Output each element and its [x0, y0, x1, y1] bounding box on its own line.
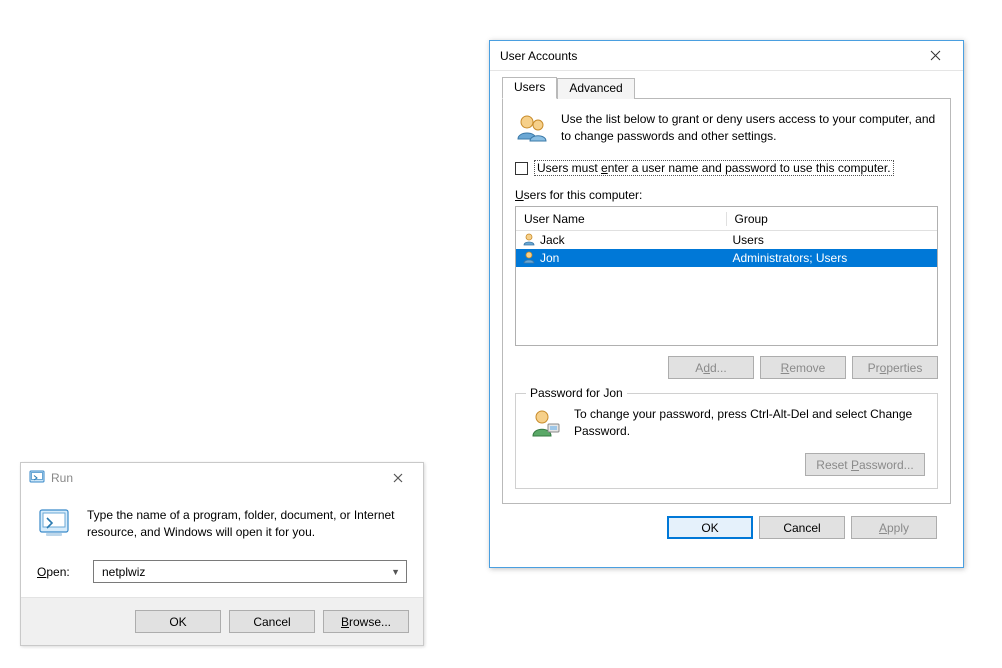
tabstrip: Users Advanced [502, 77, 951, 99]
open-combobox[interactable]: ▼ [93, 560, 407, 583]
users-list-label: Users for this computer: [515, 188, 938, 202]
run-app-icon [37, 505, 73, 544]
chevron-down-icon[interactable]: ▼ [389, 567, 402, 577]
ua-title: User Accounts [500, 49, 917, 63]
user-name: Jack [540, 233, 565, 247]
tab-advanced[interactable]: Advanced [557, 78, 634, 99]
open-label: Open: [37, 565, 81, 579]
password-groupbox: Password for Jon To change your password… [515, 393, 938, 489]
run-footer: OK Cancel Browse... [21, 597, 423, 645]
require-login-checkbox[interactable] [515, 162, 528, 175]
reset-password-button[interactable]: Reset Password... [805, 453, 925, 476]
run-ok-button[interactable]: OK [135, 610, 221, 633]
ua-titlebar[interactable]: User Accounts [490, 41, 963, 71]
password-info-text: To change your password, press Ctrl-Alt-… [574, 406, 925, 440]
run-titlebar[interactable]: Run [21, 463, 423, 493]
user-row[interactable]: Jon Administrators; Users [516, 249, 937, 267]
user-group: Users [727, 233, 938, 247]
user-password-icon [528, 406, 562, 443]
ua-footer: OK Cancel Apply [502, 504, 951, 553]
ua-cancel-button[interactable]: Cancel [759, 516, 845, 539]
run-close-button[interactable] [381, 468, 415, 488]
properties-button[interactable]: Properties [852, 356, 938, 379]
open-input[interactable] [100, 564, 389, 580]
ua-ok-button[interactable]: OK [667, 516, 753, 539]
ua-apply-button[interactable]: Apply [851, 516, 937, 539]
close-icon [393, 473, 403, 483]
users-list[interactable]: User Name Group Jack Users [515, 206, 938, 346]
tab-users[interactable]: Users [502, 77, 557, 99]
close-icon [930, 50, 941, 61]
user-icon [522, 250, 536, 267]
remove-user-button[interactable]: Remove [760, 356, 846, 379]
col-username[interactable]: User Name [516, 212, 727, 226]
run-cancel-button[interactable]: Cancel [229, 610, 315, 633]
user-icon [522, 232, 536, 249]
col-group[interactable]: Group [727, 212, 938, 226]
run-icon [29, 469, 45, 488]
user-accounts-dialog: User Accounts Users Advanced [489, 40, 964, 568]
ua-close-button[interactable] [917, 45, 953, 67]
run-dialog: Run Type the name of a program, folder, … [20, 462, 424, 646]
user-group: Administrators; Users [727, 251, 938, 265]
users-list-header: User Name Group [516, 207, 937, 231]
run-description: Type the name of a program, folder, docu… [87, 505, 407, 542]
run-browse-button[interactable]: Browse... [323, 610, 409, 633]
ua-info-text: Use the list below to grant or deny user… [561, 111, 938, 145]
user-name: Jon [540, 251, 559, 265]
require-login-label: Users must enter a user name and passwor… [534, 160, 894, 176]
run-title: Run [51, 471, 381, 485]
tabpanel-users: Use the list below to grant or deny user… [502, 99, 951, 504]
add-user-button[interactable]: Add... [668, 356, 754, 379]
password-groupbox-title: Password for Jon [526, 386, 627, 400]
user-row[interactable]: Jack Users [516, 231, 937, 249]
users-icon [515, 111, 549, 148]
